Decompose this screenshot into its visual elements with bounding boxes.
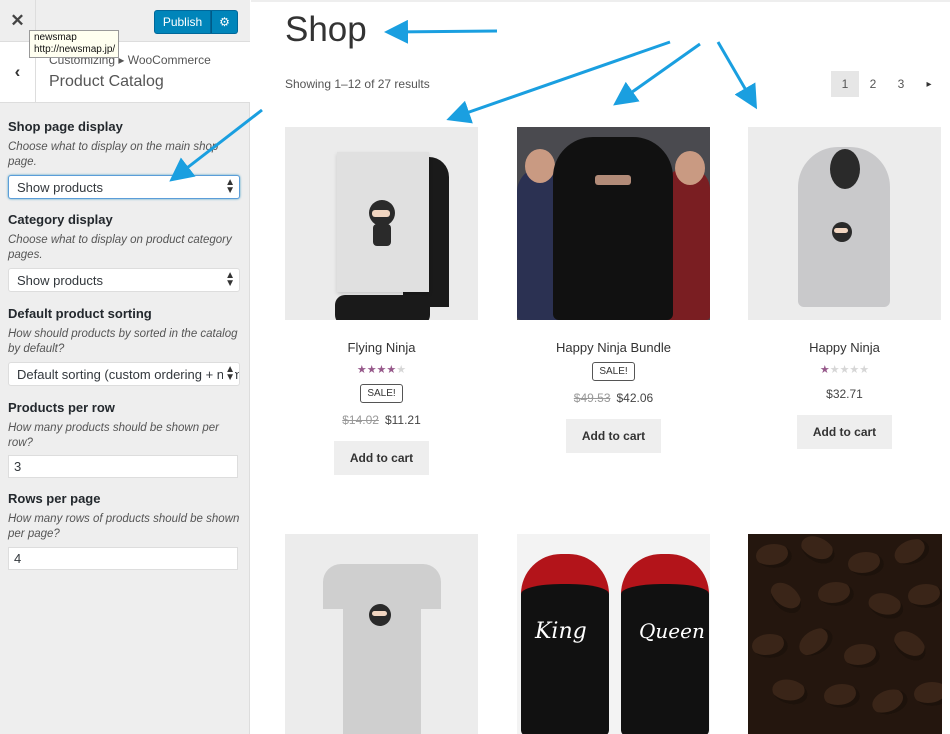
default-sorting-title: Default product sorting: [8, 306, 152, 321]
star-rating: ★★★★★: [819, 364, 870, 376]
product-title[interactable]: Happy Ninja Bundle: [517, 340, 710, 355]
category-display-select[interactable]: Show products ▲ ▼: [8, 268, 240, 292]
select-arrows-icon: ▲ ▼: [223, 364, 235, 383]
add-to-cart-button[interactable]: Add to cart: [796, 415, 893, 449]
page-3[interactable]: 3: [887, 71, 915, 97]
product-card: Happy Ninja Bundle SALE! $49.53 $42.06 Ad…: [517, 127, 710, 453]
products-per-row-input[interactable]: [8, 455, 238, 478]
product-image[interactable]: King Queen: [517, 534, 710, 734]
next-page-icon[interactable]: ▸: [915, 71, 943, 97]
default-sorting-value: Default sorting (custom ordering + name): [17, 367, 240, 382]
product-image[interactable]: [748, 127, 941, 320]
result-count: Showing 1–12 of 27 results: [285, 77, 430, 91]
products-per-row-title: Products per row: [8, 400, 115, 415]
add-to-cart-button[interactable]: Add to cart: [565, 419, 662, 453]
gear-icon[interactable]: ⚙: [211, 10, 238, 34]
publish-button[interactable]: Publish: [154, 10, 211, 34]
shop-page-display-value: Show products: [17, 180, 103, 195]
product-image[interactable]: [285, 534, 478, 734]
old-price: $14.02: [342, 413, 379, 427]
product-image[interactable]: [517, 127, 710, 320]
star-rating: ★★★★★: [356, 364, 407, 376]
category-display-desc: Choose what to display on product catego…: [8, 234, 232, 261]
current-price: $11.21: [384, 413, 421, 427]
select-arrows-icon: ▲ ▼: [223, 270, 235, 289]
tooltip-title: newsmap: [34, 32, 77, 43]
old-price: $49.53: [573, 391, 611, 405]
sale-badge: SALE!: [360, 384, 403, 403]
rows-per-page-input[interactable]: [8, 547, 238, 570]
product-price: $49.53 $42.06: [517, 391, 710, 405]
shop-preview: Shop Showing 1–12 of 27 results 1 2 3 ▸ …: [251, 0, 950, 734]
tooltip: newsmap http://newsmap.jp/: [29, 30, 119, 58]
shop-page-display-desc: Choose what to display on the main shop …: [8, 141, 219, 168]
default-sorting-select[interactable]: Default sorting (custom ordering + name)…: [8, 362, 240, 386]
category-display-value: Show products: [17, 273, 103, 288]
shop-page-display-select[interactable]: Show products ▲ ▼: [8, 175, 240, 199]
section-title: Product Catalog: [49, 73, 164, 90]
pagination: 1 2 3 ▸: [831, 71, 943, 97]
shop-page-display-title: Shop page display: [8, 119, 123, 134]
select-arrows-icon: ▲ ▼: [223, 177, 235, 196]
product-title[interactable]: Happy Ninja: [748, 340, 941, 355]
product-image[interactable]: [285, 127, 478, 320]
product-price: $14.02 $11.21: [285, 413, 478, 427]
page-1[interactable]: 1: [831, 71, 859, 97]
product-card: Flying Ninja ★★★★★ SALE! $14.02 $11.21 Ad…: [285, 127, 478, 475]
product-image[interactable]: [748, 534, 942, 734]
product-title[interactable]: Flying Ninja: [285, 340, 478, 355]
category-display-title: Category display: [8, 212, 113, 227]
sale-badge: SALE!: [592, 362, 635, 381]
current-price: $42.06: [616, 391, 654, 405]
add-to-cart-button[interactable]: Add to cart: [333, 441, 430, 475]
tooltip-url: http://newsmap.jp/: [34, 44, 116, 55]
current-price: $32.71: [826, 387, 863, 401]
page-title: Shop: [285, 10, 367, 49]
product-price: $32.71: [748, 387, 941, 401]
rows-per-page-desc: How many rows of products should be show…: [8, 513, 240, 540]
rows-per-page-title: Rows per page: [8, 491, 101, 506]
page-2[interactable]: 2: [859, 71, 887, 97]
product-card: Happy Ninja ★★★★★ $32.71 Add to cart: [748, 127, 941, 449]
products-per-row-desc: How many products should be shown per ro…: [8, 422, 219, 449]
default-sorting-desc: How should products by sorted in the cat…: [8, 328, 238, 355]
customizer-sidebar: ✕ Publish ⚙ newsmap http://newsmap.jp/ ‹…: [0, 0, 250, 734]
